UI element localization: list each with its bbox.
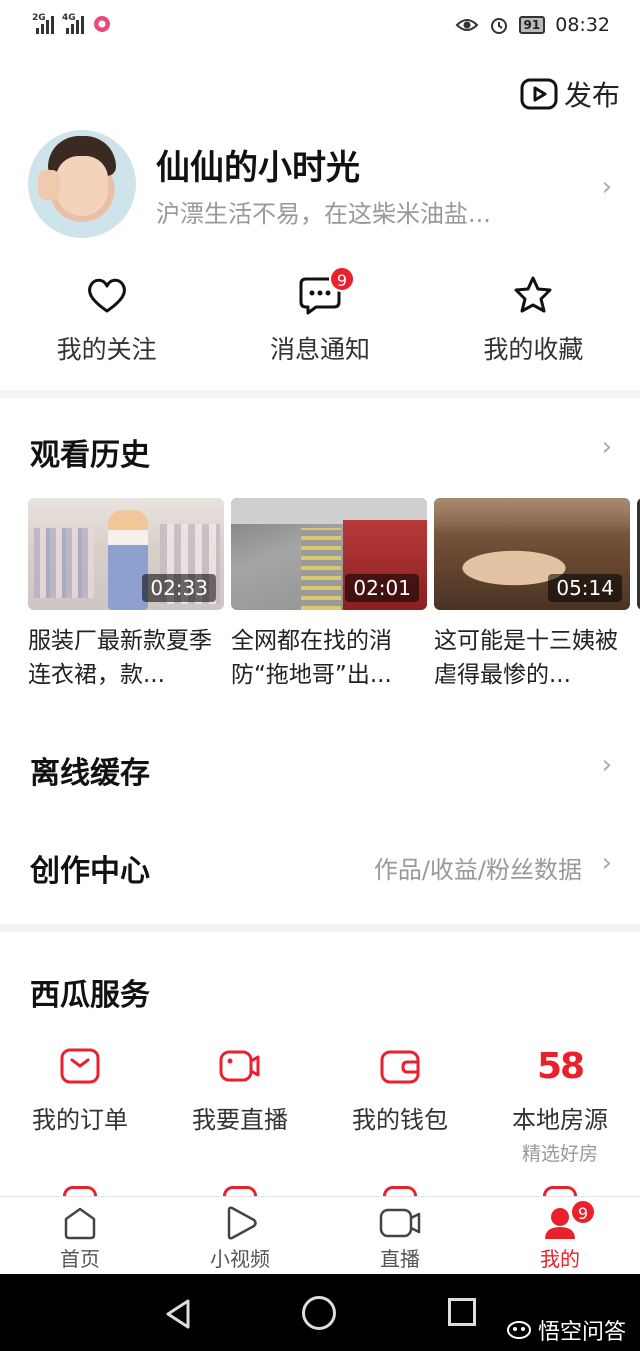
- bottom-tab-bar: 首页 小视频 直播 9 我的: [0, 1196, 640, 1274]
- play-icon: [227, 1206, 257, 1240]
- battery-icon: 91: [518, 16, 546, 34]
- message-icon: 9: [297, 266, 355, 318]
- local-housing-button[interactable]: 58 本地房源 精选好房: [480, 1044, 640, 1166]
- wallet-icon: [378, 1044, 422, 1088]
- orders-label: 我的订单: [32, 1106, 128, 1134]
- publish-button[interactable]: 发布: [520, 74, 620, 114]
- tab-live[interactable]: 直播: [320, 1197, 480, 1274]
- publish-label: 发布: [563, 79, 620, 112]
- tab-me-label: 我的: [540, 1247, 580, 1271]
- creator-center-title[interactable]: 创作中心: [30, 846, 150, 890]
- live-icon: [218, 1044, 262, 1088]
- home-circle-icon[interactable]: [302, 1296, 336, 1330]
- favorites-button[interactable]: 我的收藏: [427, 272, 640, 372]
- history-title: 观看历史: [30, 438, 150, 473]
- video-thumbnail[interactable]: 02:33: [28, 498, 224, 610]
- services-grid: 我的订单 我要直播 我的钱包 58 本地房源 精选好房: [0, 1044, 640, 1166]
- creator-center-hint: 作品/收益/粉丝数据: [373, 856, 582, 884]
- watermark: 悟空问答: [506, 1314, 626, 1346]
- section-divider: [0, 924, 640, 932]
- 58-logo-icon: 58: [536, 1045, 585, 1087]
- follow-button[interactable]: 我的关注: [0, 272, 213, 372]
- notifications-button[interactable]: 9 消息通知: [213, 266, 426, 372]
- tab-live-label: 直播: [380, 1247, 420, 1271]
- video-title: 这可能是十三姨被虐得最惨的...: [434, 628, 618, 688]
- profile-bio: 沪漂生活不易，在这柴米油盐...: [156, 200, 491, 228]
- signal-group: 2G 4G: [32, 13, 112, 34]
- star-icon: [510, 272, 556, 318]
- creator-chevron-icon[interactable]: ›: [602, 848, 612, 878]
- orders-button[interactable]: 我的订单: [0, 1044, 160, 1166]
- tab-home-label: 首页: [60, 1247, 100, 1271]
- history-list: 02:33 服装厂最新款夏季连衣裙，款... 02:01 全网都在找的消防“拖地…: [28, 498, 640, 698]
- history-item[interactable]: 02:01 全网都在找的消防“拖地哥”出...: [231, 498, 427, 692]
- camera-icon: [379, 1208, 421, 1238]
- clock: 08:32: [555, 14, 610, 36]
- wallet-label: 我的钱包: [352, 1106, 448, 1134]
- video-title: 全网都在找的消防“拖地哥”出...: [231, 628, 392, 688]
- video-thumbnail[interactable]: 02:01: [231, 498, 427, 610]
- order-icon: [58, 1044, 102, 1088]
- offline-cache-title[interactable]: 离线缓存: [30, 748, 150, 792]
- tab-home[interactable]: 首页: [0, 1197, 160, 1274]
- eye-icon: [455, 19, 478, 31]
- video-duration: 02:33: [142, 574, 216, 602]
- wallet-button[interactable]: 我的钱包: [320, 1044, 480, 1166]
- video-title: 服装厂最新款夏季连衣裙，款...: [28, 628, 212, 688]
- back-icon[interactable]: [164, 1298, 194, 1330]
- services-title: 西瓜服务: [30, 978, 150, 1013]
- video-thumbnail[interactable]: 05:14: [434, 498, 630, 610]
- app-notification-icon: [94, 16, 110, 32]
- profile-card[interactable]: 仙仙的小时光 沪漂生活不易，在这柴米油盐... ›: [28, 130, 620, 240]
- wukong-logo-icon: [506, 1321, 531, 1339]
- home-icon: [64, 1207, 96, 1240]
- favorites-label: 我的收藏: [483, 335, 584, 364]
- follow-label: 我的关注: [56, 335, 157, 364]
- offline-chevron-icon[interactable]: ›: [602, 750, 612, 780]
- local-housing-label: 本地房源: [512, 1106, 608, 1134]
- alarm-icon: [490, 18, 507, 34]
- video-duration: 02:01: [345, 574, 419, 602]
- tab-me-badge: 9: [570, 1199, 596, 1225]
- video-duration: 05:14: [548, 574, 622, 602]
- status-bar: 2G 4G 91 08:32: [0, 0, 640, 54]
- history-chevron-icon[interactable]: ›: [602, 432, 612, 462]
- video-publish-icon: [520, 78, 558, 110]
- avatar[interactable]: [28, 130, 136, 238]
- live-stream-button[interactable]: 我要直播: [160, 1044, 320, 1166]
- signal-4g-icon: 4G: [62, 13, 84, 34]
- profile-name: 仙仙的小时光: [156, 148, 360, 188]
- quick-actions: 我的关注 9 消息通知 我的收藏: [0, 266, 640, 372]
- history-item[interactable]: 02:33 服装厂最新款夏季连衣裙，款...: [28, 498, 224, 692]
- live-stream-label: 我要直播: [192, 1106, 288, 1134]
- signal-2g-icon: 2G: [32, 13, 54, 34]
- signal-2g-label: 2G: [32, 13, 46, 23]
- heart-icon: [84, 272, 130, 318]
- notifications-label: 消息通知: [269, 335, 370, 364]
- system-nav-bar: 悟空问答: [0, 1274, 640, 1351]
- tab-short-video[interactable]: 小视频: [160, 1197, 320, 1274]
- watermark-label: 悟空问答: [537, 1320, 626, 1345]
- local-housing-sub: 精选好房: [521, 1143, 598, 1165]
- recents-icon[interactable]: [448, 1298, 476, 1326]
- chevron-right-icon: ›: [601, 172, 612, 202]
- history-item[interactable]: 05:14 这可能是十三姨被虐得最惨的...: [434, 498, 630, 692]
- tab-me[interactable]: 9 我的: [480, 1197, 640, 1274]
- tab-short-video-label: 小视频: [210, 1247, 270, 1271]
- notification-badge: 9: [328, 266, 355, 292]
- section-divider: [0, 390, 640, 398]
- signal-4g-label: 4G: [62, 13, 76, 23]
